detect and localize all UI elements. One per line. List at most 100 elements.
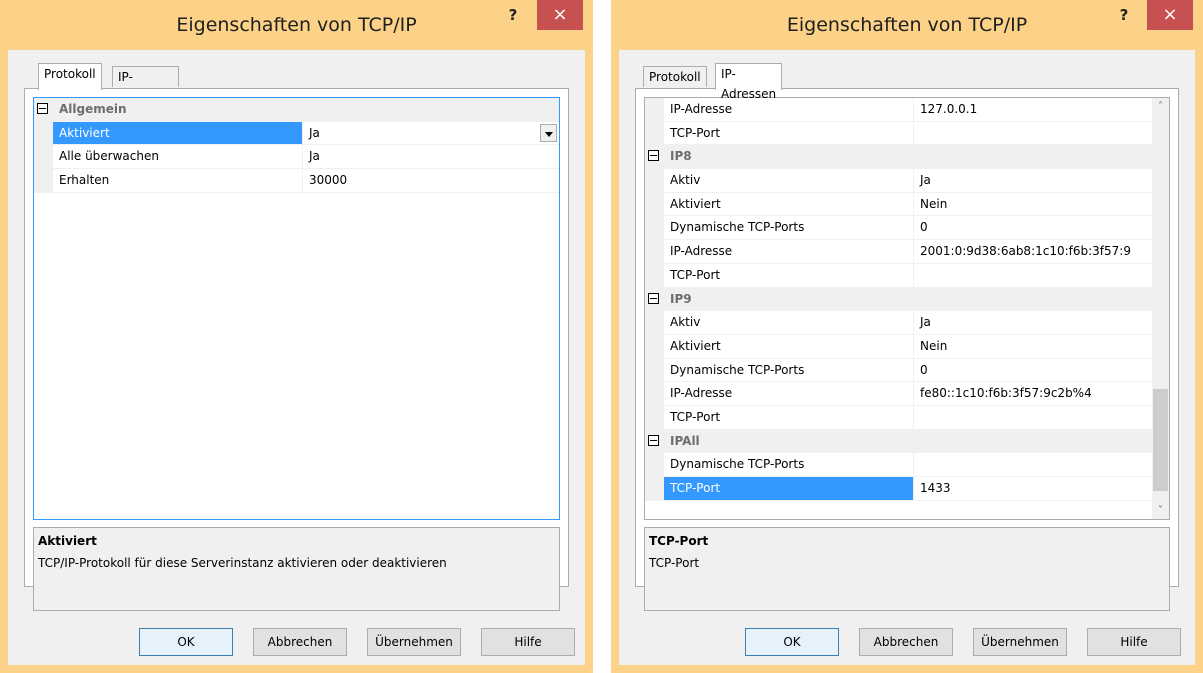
property-name: Alle überwachen xyxy=(53,145,303,169)
category-row[interactable]: IPAll xyxy=(645,429,1152,454)
property-row[interactable]: Aktiv Ja xyxy=(645,311,1152,335)
property-value[interactable]: fe80::1c10:f6b:3f57:9c2b%4 xyxy=(914,382,1152,405)
property-row[interactable]: IP-Adresse 2001:0:9d38:6ab8:1c10:f6b:3f57… xyxy=(645,240,1152,264)
property-grid[interactable]: Allgemein Aktiviert Ja Alle überwachen J… xyxy=(33,97,560,520)
property-value[interactable]: Ja xyxy=(914,311,1152,334)
apply-button[interactable]: Übernehmen xyxy=(973,628,1067,656)
tcpip-properties-dialog-right: Eigenschaften von TCP/IP ? × Protokoll I… xyxy=(611,0,1203,673)
dialog-client-area: Protokoll IP-Adressen Allgemein Aktivier… xyxy=(8,50,585,665)
property-value[interactable]: Ja xyxy=(914,169,1152,192)
property-row[interactable]: TCP-Port xyxy=(645,121,1152,146)
property-row-aktiviert[interactable]: Aktiviert Ja xyxy=(34,121,559,146)
category-row-allgemein[interactable]: Allgemein xyxy=(34,98,559,122)
collapse-icon[interactable] xyxy=(648,434,659,446)
tab-protokoll[interactable]: Protokoll xyxy=(643,66,707,87)
help-title-button[interactable]: ? xyxy=(499,6,527,28)
help-button[interactable]: Hilfe xyxy=(481,628,575,656)
apply-button[interactable]: Übernehmen xyxy=(367,628,461,656)
property-row[interactable]: Dynamische TCP-Ports 0 xyxy=(645,216,1152,241)
property-value[interactable]: 30000 xyxy=(303,169,559,192)
help-button[interactable]: Hilfe xyxy=(1087,628,1181,656)
property-value[interactable]: 0 xyxy=(914,359,1152,382)
property-row[interactable]: TCP-Port xyxy=(645,405,1152,430)
property-value[interactable]: 0 xyxy=(914,216,1152,239)
description-text: TCP-Port xyxy=(649,556,700,570)
property-grid[interactable]: IP-Adresse 127.0.0.1 TCP-Port IP8 Aktiv Ja Akt… xyxy=(644,97,1170,520)
close-button[interactable]: × xyxy=(537,0,583,30)
property-name: Aktiviert xyxy=(53,121,303,145)
cancel-button[interactable]: Abbrechen xyxy=(253,628,347,656)
property-name: IP-Adresse xyxy=(664,382,914,405)
category-label: IP9 xyxy=(664,287,1152,311)
description-text: TCP/IP-Protokoll für diese Serverinstanz… xyxy=(38,556,447,570)
tcpip-properties-dialog-left: Eigenschaften von TCP/IP ? × Protokoll I… xyxy=(0,0,593,673)
description-title: Aktiviert xyxy=(38,534,97,548)
property-row[interactable]: Dynamische TCP-Ports xyxy=(645,453,1152,477)
tab-ip-adressen[interactable]: IP-Adressen xyxy=(112,66,180,104)
collapse-icon[interactable] xyxy=(648,150,659,162)
property-value: Ja xyxy=(309,125,320,140)
property-name: Erhalten xyxy=(53,169,303,192)
property-name: TCP-Port xyxy=(664,121,914,145)
vertical-scrollbar[interactable]: ˄ ˅ xyxy=(1152,98,1169,519)
description-title: TCP-Port xyxy=(649,534,709,548)
property-row[interactable]: IP-Adresse fe80::1c10:f6b:3f57:9c2b%4 xyxy=(645,382,1152,406)
property-value[interactable] xyxy=(914,122,1152,145)
property-row[interactable]: Aktiv Ja xyxy=(645,169,1152,193)
tab-panel-ip-adressen: IP-Adresse 127.0.0.1 TCP-Port IP8 Aktiv Ja Akt… xyxy=(635,88,1179,611)
scroll-thumb[interactable] xyxy=(1153,389,1168,491)
scroll-up-icon[interactable]: ˄ xyxy=(1152,98,1169,115)
property-rows: IP-Adresse 127.0.0.1 TCP-Port IP8 Aktiv Ja Akt… xyxy=(645,98,1152,501)
tab-ip-adressen[interactable]: IP-Adressen xyxy=(715,63,783,101)
category-row[interactable]: IP8 xyxy=(645,145,1152,170)
property-name: Dynamische TCP-Ports xyxy=(664,216,914,240)
tab-protokoll[interactable]: Protokoll xyxy=(38,63,102,90)
category-label: IP8 xyxy=(664,145,1152,169)
property-name: TCP-Port xyxy=(664,477,914,500)
property-value[interactable] xyxy=(914,406,1152,429)
property-value[interactable] xyxy=(914,453,1152,476)
property-name: Aktiviert xyxy=(664,334,914,358)
ok-button[interactable]: OK xyxy=(745,628,839,656)
property-name: IP-Adresse xyxy=(664,98,914,121)
category-label: IPAll xyxy=(664,429,1152,453)
title-bar[interactable]: Eigenschaften von TCP/IP ? × xyxy=(611,0,1203,50)
description-panel: TCP-Port TCP-Port xyxy=(644,527,1170,611)
property-row[interactable]: Aktiviert Nein xyxy=(645,192,1152,217)
property-name: TCP-Port xyxy=(664,263,914,287)
property-value[interactable]: Ja xyxy=(303,145,559,168)
property-row-erhalten[interactable]: Erhalten 30000 xyxy=(34,169,559,193)
property-value[interactable] xyxy=(914,264,1152,287)
property-name: Aktiv xyxy=(664,311,914,334)
ok-button[interactable]: OK xyxy=(139,628,233,656)
collapse-icon[interactable] xyxy=(648,292,659,304)
property-row[interactable]: Dynamische TCP-Ports 0 xyxy=(645,358,1152,383)
property-value[interactable]: Nein xyxy=(914,335,1152,358)
property-value[interactable]: 2001:0:9d38:6ab8:1c10:f6b:3f57:9 xyxy=(914,240,1152,263)
property-name: Dynamische TCP-Ports xyxy=(664,453,914,476)
scroll-down-icon[interactable]: ˅ xyxy=(1152,502,1169,519)
help-title-button[interactable]: ? xyxy=(1110,6,1138,28)
title-bar[interactable]: Eigenschaften von TCP/IP ? × xyxy=(0,0,593,50)
cancel-button[interactable]: Abbrechen xyxy=(859,628,953,656)
property-row[interactable]: TCP-Port 1433 xyxy=(645,477,1152,501)
tab-panel-protokoll: Allgemein Aktiviert Ja Alle überwachen J… xyxy=(24,88,569,611)
property-value[interactable]: Nein xyxy=(914,193,1152,216)
property-value[interactable]: 1433 xyxy=(914,477,1152,500)
property-name: Aktiviert xyxy=(664,192,914,216)
category-row[interactable]: IP9 xyxy=(645,287,1152,312)
property-value-dropdown[interactable]: Ja xyxy=(303,122,559,145)
property-name: TCP-Port xyxy=(664,405,914,429)
property-row[interactable]: Aktiviert Nein xyxy=(645,334,1152,359)
property-value[interactable]: 127.0.0.1 xyxy=(914,98,1152,121)
property-name: Dynamische TCP-Ports xyxy=(664,358,914,382)
dialog-client-area: Protokoll IP-Adressen IP-Adresse 127.0.0.… xyxy=(619,50,1195,665)
collapse-icon[interactable] xyxy=(37,103,48,114)
property-row[interactable]: TCP-Port xyxy=(645,263,1152,288)
category-label: Allgemein xyxy=(53,98,559,121)
dropdown-arrow-icon[interactable] xyxy=(540,123,557,142)
property-row-alle-ueberwachen[interactable]: Alle überwachen Ja xyxy=(34,145,559,170)
property-name: Aktiv xyxy=(664,169,914,192)
property-name: IP-Adresse xyxy=(664,240,914,263)
close-button[interactable]: × xyxy=(1147,0,1193,30)
